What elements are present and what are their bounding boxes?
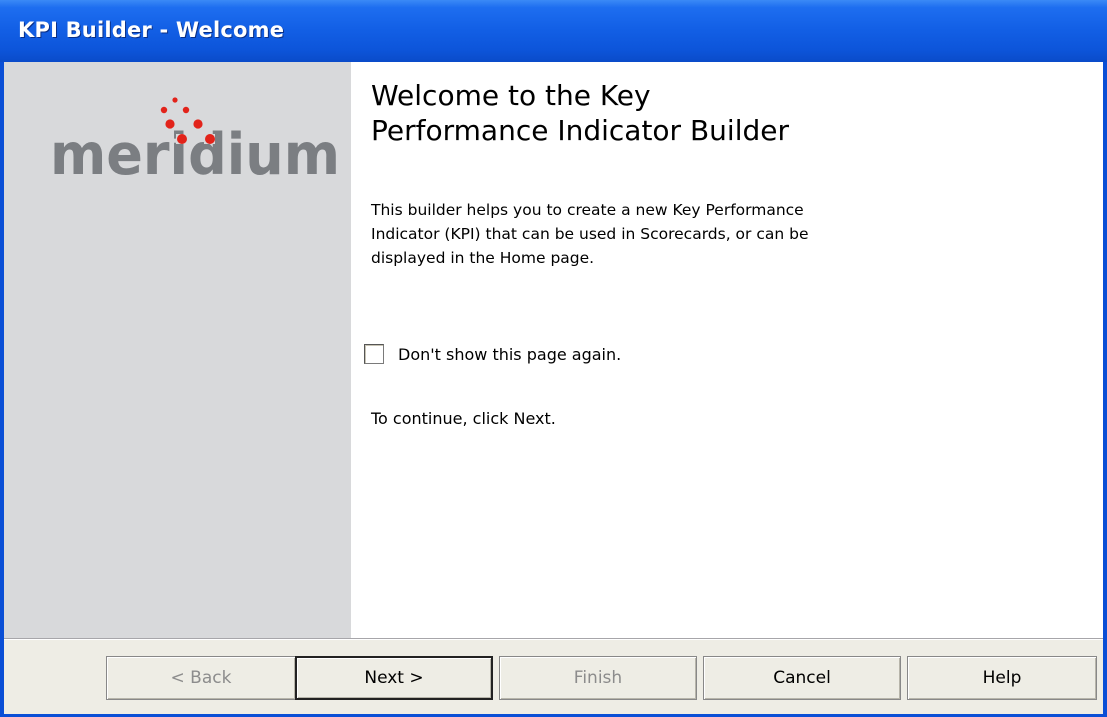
title-bar[interactable]: KPI Builder - Welcome — [0, 0, 1107, 62]
description-text: This builder helps you to create a new K… — [371, 198, 931, 270]
wizard-sidebar: meridium — [4, 62, 351, 638]
meridium-logo: meridium — [50, 97, 340, 188]
wizard-window: KPI Builder - Welcome meridium Welcome t… — [0, 0, 1107, 717]
finish-button[interactable]: Finish — [499, 656, 697, 700]
description-line-1: This builder helps you to create a new K… — [371, 201, 804, 219]
heading-line-2: Performance Indicator Builder — [371, 114, 789, 147]
button-bar: < Back Next > Finish Cancel Help — [4, 640, 1103, 714]
continue-instruction: To continue, click Next. — [371, 409, 556, 428]
page-heading: Welcome to the Key Performance Indicator… — [371, 78, 1071, 148]
help-button[interactable]: Help — [907, 656, 1097, 700]
back-button[interactable]: < Back — [106, 656, 296, 700]
description-line-3: displayed in the Home page. — [371, 249, 595, 267]
logo-wordmark: meridium — [50, 122, 340, 188]
cancel-button[interactable]: Cancel — [703, 656, 901, 700]
next-button[interactable]: Next > — [295, 656, 493, 700]
dont-show-again-label[interactable]: Don't show this page again. — [398, 344, 621, 366]
description-line-2: Indicator (KPI) that can be used in Scor… — [371, 225, 809, 243]
wizard-content: Welcome to the Key Performance Indicator… — [351, 62, 1103, 638]
wizard-client-area: meridium Welcome to the Key Performance … — [4, 62, 1103, 714]
window-title: KPI Builder - Welcome — [18, 18, 285, 42]
heading-line-1: Welcome to the Key — [371, 79, 651, 112]
dont-show-again-checkbox[interactable] — [364, 344, 384, 364]
